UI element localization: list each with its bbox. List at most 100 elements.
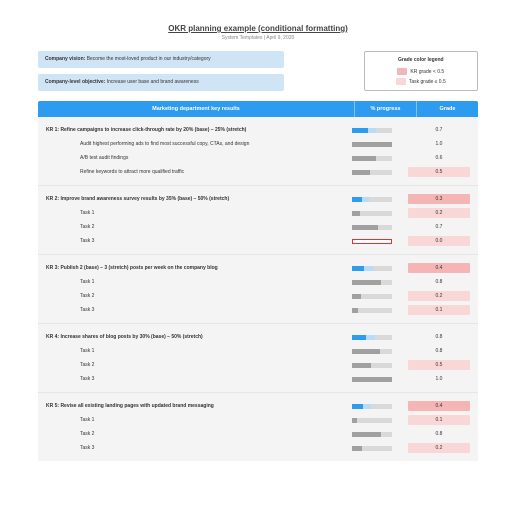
task-label: Task 2 xyxy=(46,293,346,300)
vision-label: Company vision: xyxy=(45,56,85,62)
task-progress-bar xyxy=(352,308,392,313)
objective-box: Company-level objective: Increase user b… xyxy=(38,74,284,91)
task-grade: 1.0 xyxy=(408,139,470,149)
task-grade: 0.5 xyxy=(408,167,470,177)
vision-column: Company vision: Become the most-loved pr… xyxy=(38,51,284,91)
col-header-progress: % progress xyxy=(354,101,416,117)
kr-label: KR 3: Publish 2 (base) – 3 (stretch) pos… xyxy=(46,265,346,272)
kr-progress-cell xyxy=(346,404,408,409)
kr-grade: 0.7 xyxy=(408,125,470,135)
kr-block: KR 2: Improve brand awareness survey res… xyxy=(38,185,478,254)
kr-row: KR 1: Refine campaigns to increase click… xyxy=(46,123,470,137)
task-label: Task 3 xyxy=(46,238,346,245)
task-grade: 0.2 xyxy=(408,443,470,453)
kr-block: KR 5: Revise all existing landing pages … xyxy=(38,392,478,461)
kr-progress-cell xyxy=(346,197,408,202)
task-progress-cell xyxy=(346,280,408,285)
top-row: Company vision: Become the most-loved pr… xyxy=(38,51,478,91)
task-grade: 0.7 xyxy=(408,222,470,232)
legend-swatch-kr xyxy=(397,68,407,75)
task-progress-cell xyxy=(346,308,408,313)
task-progress-cell xyxy=(346,363,408,368)
task-grade: 0.1 xyxy=(408,305,470,315)
kr-progress-bar xyxy=(352,197,392,202)
task-progress-cell xyxy=(346,377,408,382)
task-row: A/B test audit findings0.6 xyxy=(46,151,470,165)
task-grade: 0.8 xyxy=(408,429,470,439)
kr-progress-cell xyxy=(346,335,408,340)
vision-box: Company vision: Become the most-loved pr… xyxy=(38,51,284,68)
task-label: Task 1 xyxy=(46,279,346,286)
legend-box: Grade color legend KR grade < 0.5 Task g… xyxy=(364,51,478,91)
task-progress-cell xyxy=(346,294,408,299)
legend-title: Grade color legend xyxy=(398,57,444,63)
table-body: KR 1: Refine campaigns to increase click… xyxy=(38,117,478,461)
task-progress-bar xyxy=(352,418,392,423)
task-progress-bar xyxy=(352,225,392,230)
task-grade: 0.6 xyxy=(408,153,470,163)
task-row: Task 2 0.7 xyxy=(46,220,470,234)
kr-grade: 0.4 xyxy=(408,263,470,273)
task-progress-cell xyxy=(346,349,408,354)
kr-label: KR 1: Refine campaigns to increase click… xyxy=(46,127,346,134)
task-progress-bar xyxy=(352,446,392,451)
col-header-kr: Marketing department key results xyxy=(38,101,354,117)
objective-label: Company-level objective: xyxy=(45,79,105,85)
task-progress-bar xyxy=(352,432,392,437)
task-grade: 0.2 xyxy=(408,291,470,301)
task-grade: 0.5 xyxy=(408,360,470,370)
kr-progress-cell xyxy=(346,128,408,133)
legend-swatch-task xyxy=(396,78,406,85)
task-progress-cell xyxy=(346,170,408,175)
task-grade: 0.8 xyxy=(408,346,470,356)
table-header: Marketing department key results % progr… xyxy=(38,101,478,117)
legend-kr-text: KR grade < 0.5 xyxy=(410,69,444,75)
task-label: Task 2 xyxy=(46,224,346,231)
task-row: Task 10.8 xyxy=(46,344,470,358)
task-row: Task 20.8 xyxy=(46,427,470,441)
task-progress-bar xyxy=(352,280,392,285)
task-grade: 0.0 xyxy=(408,236,470,246)
kr-row: KR 3: Publish 2 (base) – 3 (stretch) pos… xyxy=(46,261,470,275)
kr-row: KR 4: Increase shares of blog posts by 3… xyxy=(46,330,470,344)
task-progress-cell xyxy=(346,418,408,423)
task-progress-cell xyxy=(346,239,408,244)
task-row: Task 20.5 xyxy=(46,358,470,372)
task-grade: 0.1 xyxy=(408,415,470,425)
kr-grade: 0.4 xyxy=(408,401,470,411)
page-header: OKR planning example (conditional format… xyxy=(38,24,478,41)
task-progress-bar xyxy=(352,211,392,216)
legend-kr-row: KR grade < 0.5 xyxy=(397,68,444,75)
kr-progress-bar xyxy=(352,128,392,133)
task-row: Task 10.2 xyxy=(46,206,470,220)
task-row: Task 3 0.2 xyxy=(46,441,470,455)
kr-row: KR 2: Improve brand awareness survey res… xyxy=(46,192,470,206)
kr-label: KR 5: Revise all existing landing pages … xyxy=(46,403,346,410)
task-row: Refine keywords to attract more qualifie… xyxy=(46,165,470,179)
page-title: OKR planning example (conditional format… xyxy=(38,24,478,33)
task-progress-bar xyxy=(352,170,392,175)
kr-block: KR 1: Refine campaigns to increase click… xyxy=(38,117,478,185)
kr-block: KR 4: Increase shares of blog posts by 3… xyxy=(38,323,478,392)
task-label: Task 3 xyxy=(46,445,346,452)
task-row: Task 2 0.2 xyxy=(46,289,470,303)
task-label: Task 3 xyxy=(46,376,346,383)
kr-block: KR 3: Publish 2 (base) – 3 (stretch) pos… xyxy=(38,254,478,323)
col-header-grade: Grade xyxy=(416,101,478,117)
task-row: Task 3 1.0 xyxy=(46,372,470,386)
task-progress-cell xyxy=(346,156,408,161)
kr-progress-cell xyxy=(346,266,408,271)
task-row: Audit highest performing ads to find mos… xyxy=(46,137,470,151)
task-progress-bar xyxy=(352,377,392,382)
task-progress-bar xyxy=(352,363,392,368)
task-progress-bar xyxy=(352,142,392,147)
task-progress-cell xyxy=(346,432,408,437)
task-row: Task 10.8 xyxy=(46,275,470,289)
task-progress-bar xyxy=(352,156,392,161)
task-row: Task 30.1 xyxy=(46,303,470,317)
task-grade: 1.0 xyxy=(408,374,470,384)
kr-row: KR 5: Revise all existing landing pages … xyxy=(46,399,470,413)
kr-grade: 0.3 xyxy=(408,194,470,204)
objective-text: Increase user base and brand awareness xyxy=(107,79,199,85)
task-label: Audit highest performing ads to find mos… xyxy=(46,141,346,148)
